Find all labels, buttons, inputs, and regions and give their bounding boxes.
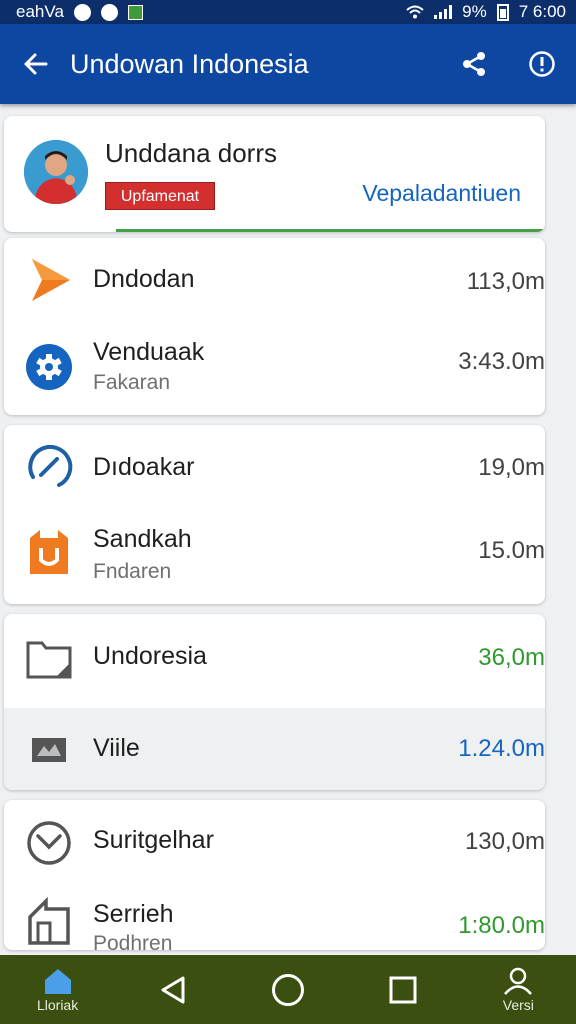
nav-home-label: Lloriak: [36, 996, 79, 1013]
nav-profile-label: Versi: [502, 996, 534, 1013]
item-value: 1:80.0m: [458, 912, 545, 939]
triangle-back-icon: [161, 976, 185, 1003]
nav-home[interactable]: Lloriak: [13, 955, 103, 1024]
page-title: Undowan Indonesia: [70, 48, 309, 79]
list-card: Dndodan 113,0m Venduaak Fakaran 3:43.0m: [4, 238, 545, 415]
list-item-selected[interactable]: Viile 1.24.0m: [4, 708, 545, 790]
item-label: Serrieh: [93, 900, 174, 928]
app-bar: Undowan Indonesia: [0, 24, 576, 104]
list-card: Suritgelhar 130,0m Serrieh Podhren 1:80.…: [4, 800, 545, 950]
item-label: Sandkah: [93, 525, 192, 553]
nav-profile[interactable]: Versi: [473, 955, 563, 1024]
avatar: [24, 140, 88, 204]
wifi-icon: [406, 5, 424, 19]
list-item[interactable]: Undoresia 36,0m: [4, 614, 545, 708]
folder-icon: [24, 634, 74, 684]
item-label: Undoresia: [93, 642, 207, 670]
person-icon: [504, 967, 533, 995]
back-button[interactable]: [0, 24, 70, 104]
status-bar: eahVa 9% 7 6:00: [0, 0, 576, 24]
square-recents-icon: [389, 976, 417, 1003]
list-item[interactable]: Serrieh Podhren 1:80.0m: [4, 880, 545, 950]
video-icon: [24, 724, 74, 774]
item-value: 15.0m: [478, 537, 545, 564]
info-button[interactable]: [508, 24, 576, 104]
share-icon: [463, 52, 485, 76]
list-item[interactable]: Dndodan 113,0m: [4, 238, 545, 322]
item-subtitle: Fakaran: [93, 371, 171, 394]
list-item[interactable]: Suritgelhar 130,0m: [4, 800, 545, 880]
profile-link[interactable]: Vepaladantiuen: [362, 180, 521, 207]
play-triangle-icon: [24, 255, 74, 305]
list-card: Undoresia 36,0m Viile 1.24.0m: [4, 614, 545, 790]
nav-back[interactable]: [128, 955, 218, 1024]
battery-percent: 9%: [462, 2, 487, 21]
status-badge: Upfamenat: [105, 182, 215, 210]
status-carrier-text: eahVa: [16, 2, 64, 21]
item-value: 36,0m: [478, 644, 545, 671]
signal-icon: [434, 5, 453, 19]
gear-icon: [24, 342, 74, 392]
profile-name: Unddana dorrs: [105, 138, 277, 168]
item-subtitle: Podhren: [93, 932, 173, 950]
item-subtitle: Fndaren: [93, 560, 172, 583]
app-notification-icon: [127, 4, 143, 20]
item-label: Dndodan: [93, 265, 195, 293]
item-label: Dıdoakar: [93, 453, 195, 481]
profile-card[interactable]: Unddana dorrs Upfamenat Vepaladantiuen: [4, 116, 545, 232]
home-icon: [44, 968, 71, 994]
item-value: 1.24.0m: [458, 735, 545, 762]
item-value: 130,0m: [464, 828, 545, 855]
list-item[interactable]: Dıdoakar 19,0m: [4, 425, 545, 509]
item-label: Suritgelhar: [93, 826, 214, 854]
list-item[interactable]: Venduaak Fakaran 3:43.0m: [4, 322, 545, 415]
list-item[interactable]: Sandkah Fndaren 15.0m: [4, 509, 545, 604]
info-icon: [529, 51, 555, 77]
list-card: Dıdoakar 19,0m Sandkah Fndaren 15.0m: [4, 425, 545, 604]
item-label: Viile: [93, 734, 140, 762]
status-time: 7 6:00: [518, 2, 566, 21]
item-value: 3:43.0m: [458, 348, 545, 375]
nav-home-circle[interactable]: [243, 955, 333, 1024]
share-button[interactable]: [440, 24, 508, 104]
nav-recents[interactable]: [358, 955, 448, 1024]
battery-icon: [496, 3, 509, 21]
notification-icon: [73, 3, 91, 21]
check-circle-icon: [24, 818, 74, 868]
progress-bar: [116, 229, 545, 232]
compass-icon: [24, 442, 74, 492]
circle-home-icon: [271, 973, 304, 1006]
arrow-left-icon: [24, 53, 48, 75]
item-value: 19,0m: [478, 454, 545, 481]
item-label: Venduaak: [93, 338, 205, 366]
bottom-nav: Lloriak Versi: [0, 955, 576, 1024]
item-value: 113,0m: [466, 268, 545, 295]
shield-icon: [100, 3, 118, 21]
shopping-bag-icon: [24, 527, 74, 577]
house-icon: [24, 896, 74, 946]
